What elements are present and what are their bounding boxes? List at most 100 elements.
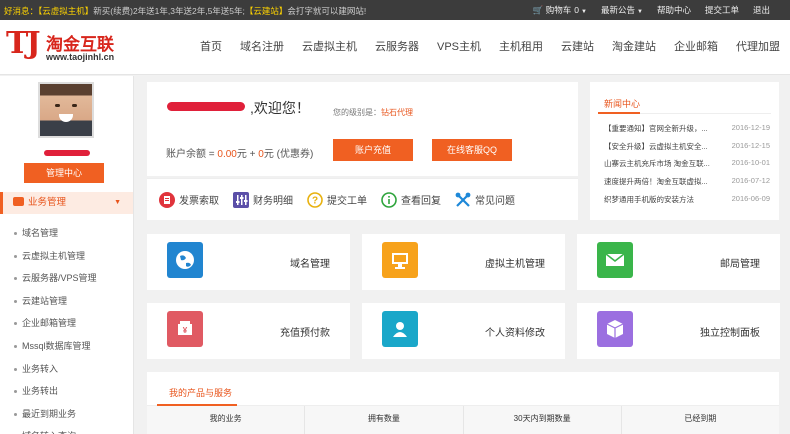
tile-vhost-management[interactable]: 虚拟主机管理 bbox=[362, 234, 565, 290]
sidebar-item-cloud-site[interactable]: 云建站管理 bbox=[0, 290, 133, 313]
ticket-label: 提交工单 bbox=[327, 196, 367, 207]
nav-cloud-server[interactable]: 云服务器 bbox=[375, 38, 419, 54]
news-item[interactable]: 速度提升两倍！淘金互联虚拟... 2016-07-12 bbox=[604, 176, 770, 187]
sidebar-item-cloud-server-vps[interactable]: 云服务器/VPS管理 bbox=[0, 267, 133, 290]
menu-title: 业务管理 bbox=[28, 197, 67, 208]
username-redacted bbox=[44, 150, 90, 156]
welcome-greeting: ,欢迎您！ bbox=[250, 100, 310, 116]
notice-highlight-vhost: 【云虚拟主机】 bbox=[38, 6, 94, 16]
svg-text:?: ? bbox=[312, 195, 318, 206]
promo-notice[interactable]: 好消息：【云虚拟主机】新买(续费)2年送1年,3年送2年,5年送5年;【云建站】… bbox=[4, 5, 366, 17]
nav-agent-join[interactable]: 代理加盟 bbox=[736, 38, 780, 54]
sidebar-item-domain-transfer-query[interactable]: 域名转入查询 bbox=[0, 425, 133, 434]
news-item[interactable]: 织梦通用手机版的安装方法 2016-06-09 bbox=[604, 194, 770, 205]
announcement-link[interactable]: 最新公告 ▼ bbox=[601, 4, 643, 16]
quick-links: 发票索取 财务明细 ? 提交工单 查看回复 常见问题 bbox=[147, 178, 578, 220]
account-recharge-button[interactable]: 账户充值 bbox=[333, 139, 413, 161]
news-item-title: 山寨云主机充斥市场 淘金互联... bbox=[604, 159, 710, 168]
news-item-title: 【安全升级】云虚拟主机安全... bbox=[604, 142, 708, 151]
tile-label: 域名管理 bbox=[290, 259, 330, 270]
news-center: 新闻中心 【重要通知】官网全新升级，... 2016-12-19 【安全升级】云虚… bbox=[590, 82, 779, 220]
logout-link[interactable]: 退出 bbox=[753, 4, 770, 16]
news-item-date: 2016-07-12 bbox=[731, 176, 770, 185]
envelope-icon bbox=[597, 242, 633, 278]
tile-label: 充值预付款 bbox=[280, 328, 330, 339]
news-item[interactable]: 【安全升级】云虚拟主机安全... 2016-12-15 bbox=[604, 141, 770, 152]
avatar-mouth bbox=[59, 114, 73, 122]
column-header: 已经到期 bbox=[684, 414, 717, 423]
business-management-menu[interactable]: 业务管理 ▼ bbox=[0, 192, 133, 214]
news-item-date: 2016-12-15 bbox=[731, 141, 770, 150]
coupon-label: 元 (优惠券) bbox=[263, 149, 314, 160]
column-header: 30天内到期数量 bbox=[464, 406, 622, 434]
question-icon: ? bbox=[307, 191, 323, 208]
nav-cloud-site[interactable]: 云建站 bbox=[561, 38, 594, 54]
sidebar-item-cloud-vhost[interactable]: 云虚拟主机管理 bbox=[0, 245, 133, 268]
sidebar-item-transfer-in[interactable]: 业务转入 bbox=[0, 358, 133, 381]
user-icon bbox=[382, 311, 418, 347]
nav-home[interactable]: 首页 bbox=[200, 38, 222, 54]
site-logo[interactable]: TJ 淘金互联 www.taojinhl.cn bbox=[6, 26, 136, 68]
news-item[interactable]: 【重要通知】官网全新升级，... 2016-12-19 bbox=[604, 123, 770, 134]
info-icon bbox=[381, 191, 397, 208]
finance-detail-link[interactable]: 财务明细 bbox=[233, 191, 293, 208]
nav-hosting-rental[interactable]: 主机租用 bbox=[499, 38, 543, 54]
nav-domain[interactable]: 域名注册 bbox=[240, 38, 284, 54]
nav-vps[interactable]: VPS主机 bbox=[437, 38, 481, 54]
logo-mark: TJ bbox=[6, 26, 41, 61]
cart-icon: 🛒 bbox=[532, 5, 544, 15]
sidebar-item-domain[interactable]: 域名管理 bbox=[0, 222, 133, 245]
invoice-link[interactable]: 发票索取 bbox=[159, 191, 219, 208]
tile-label: 虚拟主机管理 bbox=[485, 259, 545, 270]
nav-enterprise-mail[interactable]: 企业邮箱 bbox=[674, 38, 718, 54]
sidebar-item-transfer-out[interactable]: 业务转出 bbox=[0, 380, 133, 403]
view-reply-link[interactable]: 查看回复 bbox=[381, 191, 441, 208]
news-item[interactable]: 山寨云主机充斥市场 淘金互联... 2016-10-01 bbox=[604, 158, 770, 169]
sidebar-item-expiring[interactable]: 最近到期业务 bbox=[0, 403, 133, 426]
faq-link[interactable]: 常见问题 bbox=[455, 192, 515, 208]
online-service-qq-button[interactable]: 在线客服QQ bbox=[432, 139, 512, 161]
nav-taojin-site[interactable]: 淘金建站 bbox=[612, 38, 656, 54]
avatar-eye bbox=[55, 104, 60, 107]
news-item-date: 2016-10-01 bbox=[731, 158, 770, 167]
balance-unit: 元 bbox=[236, 149, 247, 160]
news-item-title: 【重要通知】官网全新升级，... bbox=[604, 124, 708, 133]
avatar-eye bbox=[72, 104, 77, 107]
tile-prepay-recharge[interactable]: ¥ 充值预付款 bbox=[147, 303, 350, 359]
top-links: 🛒 购物车 0 ▼ 最新公告 ▼ 帮助中心 提交工单 退出 bbox=[533, 4, 770, 16]
tile-profile-edit[interactable]: 个人资料修改 bbox=[362, 303, 565, 359]
chevron-down-icon: ▼ bbox=[114, 199, 121, 206]
products-title[interactable]: 我的产品与服务 bbox=[169, 386, 232, 399]
management-center-button[interactable]: 管理中心 bbox=[24, 163, 104, 183]
notice-text: 新买(续费)2年送1年,3年送2年,5年送5年; bbox=[93, 6, 245, 16]
submit-ticket-quick-link[interactable]: ? 提交工单 bbox=[307, 191, 367, 208]
site-header: TJ 淘金互联 www.taojinhl.cn 首页 域名注册 云虚拟主机 云服… bbox=[0, 20, 790, 75]
news-item-date: 2016-12-19 bbox=[731, 123, 770, 132]
avatar[interactable] bbox=[38, 82, 94, 138]
wallet-icon: ¥ bbox=[167, 311, 203, 347]
cart-link[interactable]: 🛒 购物车 0 ▼ bbox=[533, 4, 587, 16]
tile-mail-management[interactable]: 邮局管理 bbox=[577, 234, 780, 290]
user-level: 您的级别是：钻石代理 bbox=[333, 107, 413, 118]
tools-icon bbox=[455, 192, 471, 207]
announcement-label: 最新公告 bbox=[600, 5, 635, 15]
reply-label: 查看回复 bbox=[401, 196, 441, 207]
help-center-link[interactable]: 帮助中心 bbox=[657, 4, 691, 16]
news-divider bbox=[598, 112, 771, 114]
tile-control-panel[interactable]: 独立控制面板 bbox=[577, 303, 780, 359]
sidebar-item-enterprise-mail[interactable]: 企业邮箱管理 bbox=[0, 312, 133, 335]
products-table-header: 我的业务 拥有数量 30天内到期数量 已经到期 bbox=[147, 406, 779, 434]
notice-text-2: 会打字就可以建网站! bbox=[287, 6, 367, 16]
monitor-icon bbox=[382, 242, 418, 278]
tile-domain-management[interactable]: 域名管理 bbox=[147, 234, 350, 290]
balance-value: 0.00 bbox=[217, 149, 237, 160]
nav-cloud-vhost[interactable]: 云虚拟主机 bbox=[302, 38, 357, 54]
invoice-label: 发票索取 bbox=[179, 196, 219, 207]
balance-plus: + bbox=[246, 149, 259, 160]
faq-label: 常见问题 bbox=[475, 196, 515, 207]
submit-ticket-link[interactable]: 提交工单 bbox=[705, 4, 739, 16]
notice-highlight-site: 【云建站】 bbox=[244, 6, 288, 16]
top-bar: 好消息：【云虚拟主机】新买(续费)2年送1年,3年送2年,5年送5年;【云建站】… bbox=[0, 0, 790, 20]
level-label: 您的级别是： bbox=[333, 108, 381, 117]
sidebar-item-mssql[interactable]: Mssql数据库管理 bbox=[0, 335, 133, 358]
